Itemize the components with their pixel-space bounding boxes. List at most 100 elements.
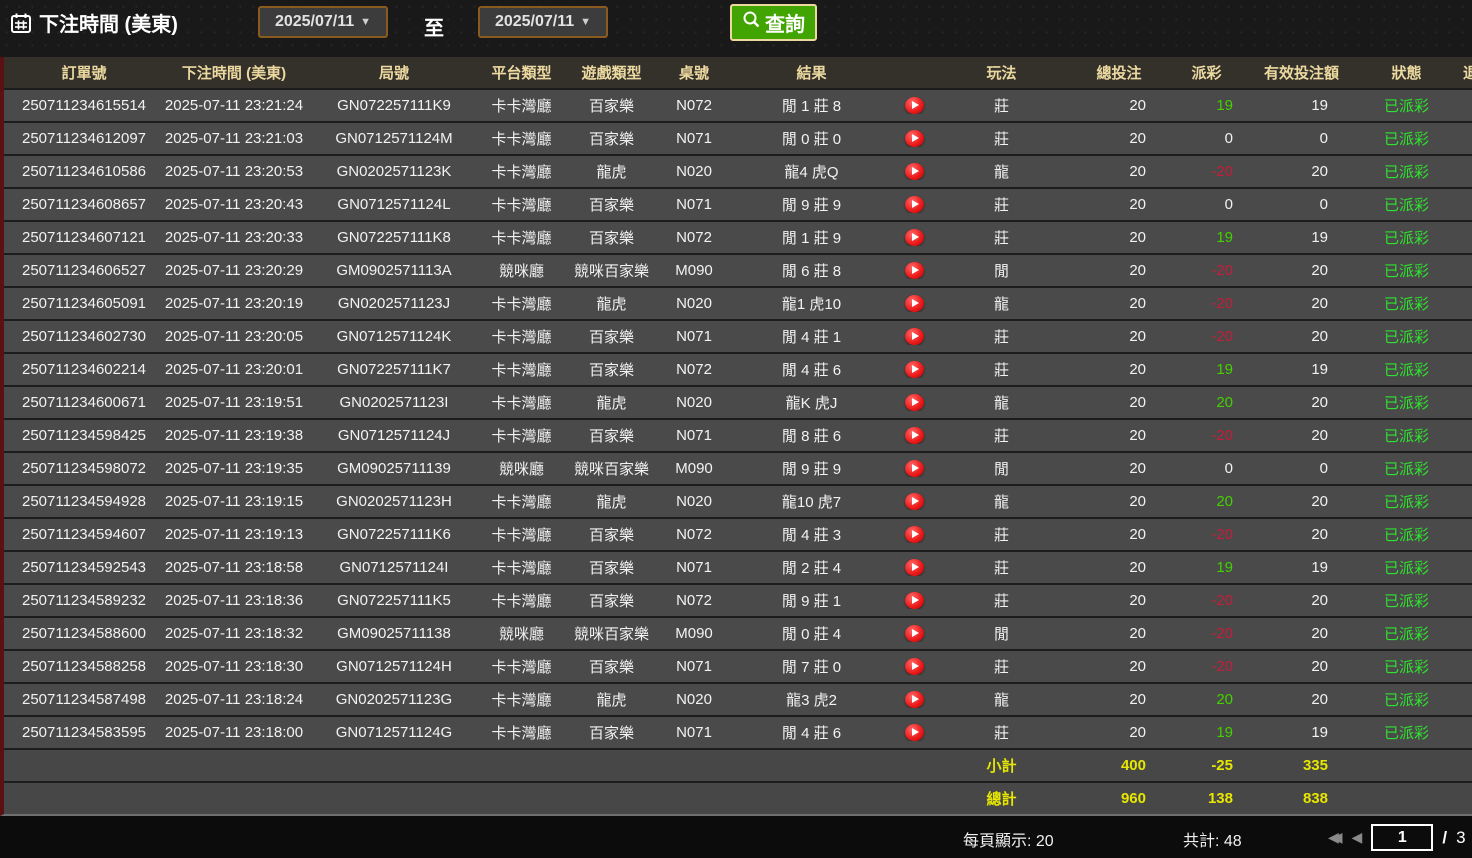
play-video-button[interactable]	[899, 691, 929, 708]
play-video-button[interactable]	[899, 493, 929, 510]
cell-play: 莊	[929, 95, 1074, 116]
status-badge: 已派彩	[1354, 128, 1459, 149]
cell-round: GN0712571124G	[304, 724, 484, 741]
cell-platform: 卡卡灣廳	[484, 359, 559, 380]
cell-game: 龍虎	[559, 491, 664, 512]
play-video-button[interactable]	[899, 625, 929, 642]
cell-play: 莊	[929, 557, 1074, 578]
play-video-button[interactable]	[899, 163, 929, 180]
cell-bet: 20	[1074, 295, 1164, 312]
cell-payout: 19	[1164, 724, 1249, 741]
cell-round: GN0202571123H	[304, 493, 484, 510]
play-video-button[interactable]	[899, 262, 929, 279]
cell-time: 2025-07-11 23:21:24	[164, 97, 304, 114]
cell-time: 2025-07-11 23:18:36	[164, 592, 304, 609]
column-header-table_no: 桌號	[664, 62, 724, 83]
play-video-button[interactable]	[899, 559, 929, 576]
cell-game: 百家樂	[559, 425, 664, 446]
play-video-button[interactable]	[899, 394, 929, 411]
play-video-button[interactable]	[899, 130, 929, 147]
status-badge: 已派彩	[1354, 656, 1459, 677]
cell-payout: -20	[1164, 658, 1249, 675]
cell-time: 2025-07-11 23:20:29	[164, 262, 304, 279]
play-icon	[905, 97, 924, 114]
cell-result: 龍4 虎Q	[724, 161, 899, 182]
cell-round: GN0712571124J	[304, 427, 484, 444]
table-row: 2507112345886002025-07-11 23:18:32GM0902…	[4, 616, 1472, 649]
cell-platform: 卡卡灣廳	[484, 95, 559, 116]
cell-order: 250711234588258	[4, 658, 164, 675]
cell-bet: 20	[1074, 361, 1164, 378]
cell-valid: 19	[1249, 361, 1354, 378]
cell-table_no: M090	[664, 460, 724, 477]
cell-result: 閒 6 莊 8	[724, 260, 899, 281]
cell-bet: 20	[1074, 328, 1164, 345]
cell-valid: 20	[1249, 592, 1354, 609]
table-row: 2507112345882582025-07-11 23:18:30GN0712…	[4, 649, 1472, 682]
play-video-button[interactable]	[899, 658, 929, 675]
play-video-button[interactable]	[899, 328, 929, 345]
cell-table_no: N071	[664, 559, 724, 576]
bet-history-table: 訂單號下注時間 (美東)局號平台類型遊戲類型桌號結果玩法總投注派彩有效投注額狀態…	[0, 57, 1472, 816]
cell-payout: 20	[1164, 394, 1249, 411]
cell-platform: 卡卡灣廳	[484, 161, 559, 182]
cell-result: 龍10 虎7	[724, 491, 899, 512]
cell-table_no: N071	[664, 130, 724, 147]
play-video-button[interactable]	[899, 361, 929, 378]
column-header-play: 玩法	[929, 62, 1074, 83]
play-video-button[interactable]	[899, 460, 929, 477]
cell-round: GM09025711139	[304, 460, 484, 477]
cell-order: 250711234612097	[4, 130, 164, 147]
page-number-input[interactable]	[1371, 824, 1433, 851]
play-video-button[interactable]	[899, 526, 929, 543]
play-icon	[905, 658, 924, 675]
status-badge: 已派彩	[1354, 95, 1459, 116]
cell-valid: 19	[1249, 97, 1354, 114]
cell-payout: 20	[1164, 493, 1249, 510]
table-row: 2507112346071212025-07-11 23:20:33GN0722…	[4, 220, 1472, 253]
play-icon	[905, 361, 924, 378]
cell-game: 百家樂	[559, 722, 664, 743]
cell-valid: 20	[1249, 262, 1354, 279]
cell-valid: 20	[1249, 328, 1354, 345]
table-row: 2507112345892322025-07-11 23:18:36GN0722…	[4, 583, 1472, 616]
play-icon	[905, 196, 924, 213]
cell-result: 龍1 虎10	[724, 293, 899, 314]
cell-order: 250711234598072	[4, 460, 164, 477]
cell-bet: 20	[1074, 130, 1164, 147]
status-badge: 已派彩	[1354, 557, 1459, 578]
cell-round: GN0202571123I	[304, 394, 484, 411]
play-video-button[interactable]	[899, 229, 929, 246]
cell-valid: 19	[1249, 724, 1354, 741]
play-icon	[905, 493, 924, 510]
cell-order: 250711234594607	[4, 526, 164, 543]
play-video-button[interactable]	[899, 427, 929, 444]
search-button[interactable]: 查詢	[730, 4, 817, 41]
cell-round: GN0712571124M	[304, 130, 484, 147]
play-video-button[interactable]	[899, 724, 929, 741]
cell-bet: 20	[1074, 460, 1164, 477]
cell-game: 百家樂	[559, 524, 664, 545]
status-badge: 已派彩	[1354, 359, 1459, 380]
cell-order: 250711234600671	[4, 394, 164, 411]
prev-page-icon[interactable]: ◀	[1352, 829, 1363, 846]
cell-game: 龍虎	[559, 293, 664, 314]
date-to-select[interactable]: 2025/07/11 ▼	[478, 6, 608, 38]
date-from-value: 2025/07/11	[275, 13, 354, 31]
play-video-button[interactable]	[899, 592, 929, 609]
subtotal-row: 小計400-25335	[4, 748, 1472, 781]
play-video-button[interactable]	[899, 196, 929, 213]
cell-bet: 20	[1074, 493, 1164, 510]
play-video-button[interactable]	[899, 295, 929, 312]
cell-table_no: N071	[664, 328, 724, 345]
cell-play: 莊	[929, 194, 1074, 215]
cell-result: 閒 4 莊 3	[724, 524, 899, 545]
cell-round: GN0712571124I	[304, 559, 484, 576]
cell-game: 龍虎	[559, 161, 664, 182]
cell-payout: 19	[1164, 559, 1249, 576]
cell-round: GN0712571124K	[304, 328, 484, 345]
date-from-select[interactable]: 2025/07/11 ▼	[258, 6, 388, 38]
play-video-button[interactable]	[899, 97, 929, 114]
first-page-icon[interactable]: ◀◀	[1328, 829, 1343, 846]
cell-table_no: M090	[664, 625, 724, 642]
